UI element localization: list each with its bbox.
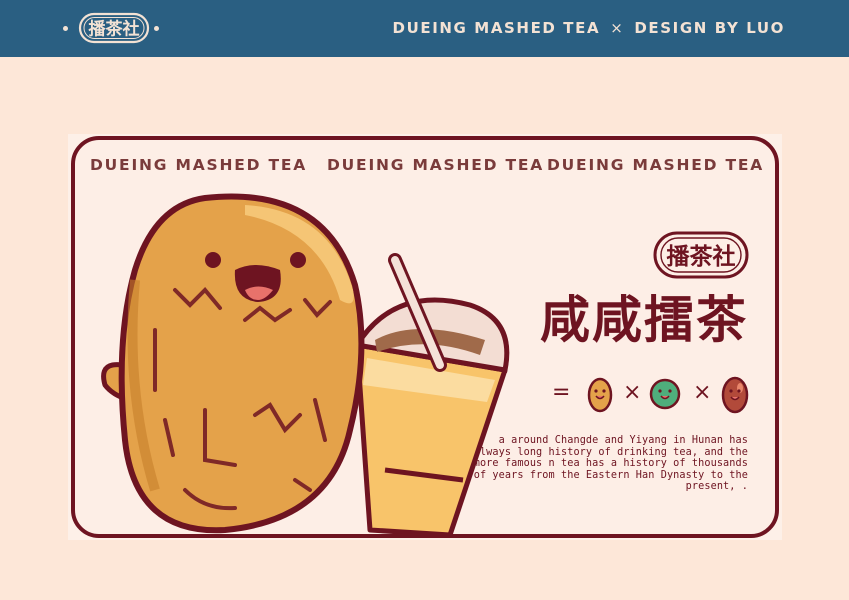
dot-icon bbox=[154, 26, 159, 31]
peanut-mascot-illustration bbox=[101, 193, 510, 538]
times-sign: × bbox=[693, 380, 712, 405]
header-title: DUEING MASHED TEA × DESIGN BY LUO bbox=[393, 19, 785, 37]
tea-cup-illustration bbox=[352, 253, 510, 538]
red-bean-icon bbox=[721, 376, 749, 414]
header-seal-text: 播茶社 bbox=[89, 19, 140, 40]
header-title-left: DUEING MASHED TEA bbox=[392, 19, 601, 37]
brand-seal-logo: 播茶社 bbox=[78, 12, 150, 44]
header-title-right: DESIGN BY LUO bbox=[634, 19, 785, 37]
headline: 咸咸擂茶 bbox=[540, 290, 748, 349]
brand-seal: 播茶社 bbox=[653, 231, 749, 279]
peanut-bean-icon bbox=[587, 377, 613, 413]
top-bar: 播茶社 DUEING MASHED TEA × DESIGN BY LUO bbox=[0, 0, 849, 57]
green-bean-icon bbox=[649, 378, 681, 410]
equals-sign: = bbox=[552, 380, 571, 405]
ingredient-formula: = × × bbox=[552, 374, 757, 418]
times-sign: × bbox=[623, 380, 642, 405]
marquee-text: DUEING MASHED TEA bbox=[547, 156, 765, 174]
marquee-text: DUEING MASHED TEA bbox=[327, 156, 545, 174]
seal-text: 播茶社 bbox=[667, 243, 736, 270]
marquee-text: DUEING MASHED TEA bbox=[90, 156, 308, 174]
header-separator: × bbox=[610, 19, 625, 37]
